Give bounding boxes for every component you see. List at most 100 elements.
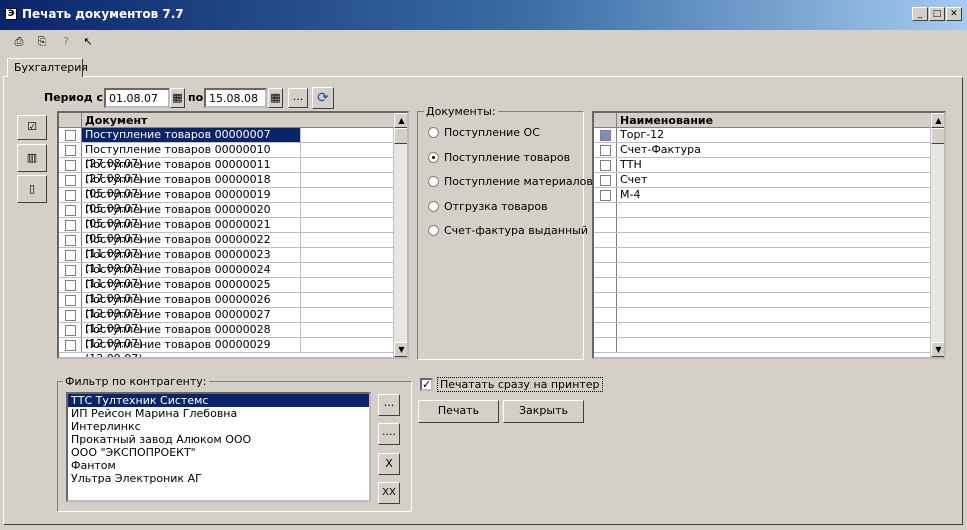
doc-type-option-label[interactable]: Поступление товаров — [444, 151, 570, 164]
list-item[interactable]: Фантом — [68, 459, 369, 472]
help-icon[interactable]: ? — [57, 33, 75, 51]
document-cell[interactable]: Поступление товаров 00000023 (11.09.07) — [82, 248, 301, 275]
date-from-input[interactable]: 01.08.07 — [104, 88, 170, 108]
document-cell[interactable]: Поступление товаров 00000021 (05.09.07) — [82, 218, 301, 245]
row-checkbox[interactable] — [600, 190, 611, 201]
document-cell[interactable]: Поступление товаров 00000010 (27.08.07) — [82, 143, 301, 170]
table-row[interactable]: Поступление товаров 00000011 (27.08.07) — [59, 158, 393, 185]
calendar-to-icon[interactable]: ▦ — [268, 88, 283, 108]
row-checkbox[interactable] — [65, 250, 76, 261]
table-row[interactable]: ТТН — [594, 158, 930, 173]
table-row[interactable]: Поступление товаров 00000027 (12.09.07) — [59, 308, 393, 335]
filter-remove-button[interactable]: X — [378, 453, 400, 475]
document-cell[interactable]: Поступление товаров 00000020 (05.09.07) — [82, 203, 301, 230]
table-row[interactable]: Поступление товаров 00000024 (11.09.07) — [59, 263, 393, 290]
row-checkbox[interactable] — [600, 175, 611, 186]
tab-accounting[interactable]: Бухгалтерия — [7, 58, 88, 77]
row-checkbox[interactable] — [65, 205, 76, 216]
scroll-thumb[interactable] — [931, 128, 944, 144]
scroll-up-icon[interactable]: ▲ — [394, 113, 407, 128]
close-icon[interactable]: ✕ — [946, 7, 962, 21]
forms-scrollbar[interactable]: ▲ ▼ — [930, 113, 944, 357]
table-row[interactable]: Поступление товаров 00000028 (12.09.07) — [59, 323, 393, 350]
table-row[interactable] — [594, 293, 930, 308]
list-item[interactable]: ИП Рейсон Марина Глебовна — [68, 407, 369, 420]
row-checkbox[interactable] — [65, 160, 76, 171]
table-row[interactable] — [594, 203, 930, 218]
document-cell[interactable]: Поступление товаров 00000022 (11.09.07) — [82, 233, 301, 260]
print-setup-icon[interactable]: ⎙ — [10, 33, 28, 51]
forms-grid[interactable]: Наименование Торг-12 Счет-Фактура ТТН Счет М… — [592, 111, 946, 359]
list-item[interactable]: ООО "ЭКСПОПРОЕКТ" — [68, 446, 369, 459]
list-item[interactable]: ТТС Тултехник Системс — [68, 394, 369, 407]
filter-select-group-button[interactable]: .... — [378, 423, 400, 445]
document-cell[interactable]: Поступление товаров 00000026 (12.09.07) — [82, 293, 301, 320]
doc-type-option-label[interactable]: Отгрузка товаров — [444, 200, 548, 213]
table-row[interactable]: Поступление товаров 00000022 (11.09.07) — [59, 233, 393, 260]
form-name-cell[interactable]: ТТН — [620, 158, 642, 172]
filter-clear-button[interactable]: XX — [378, 482, 400, 504]
form-name-cell[interactable]: Счет-Фактура — [620, 143, 701, 157]
context-help-icon[interactable]: ↖ — [79, 33, 97, 51]
refresh-icon[interactable]: ⟳ — [312, 87, 334, 109]
row-checkbox[interactable] — [600, 130, 611, 141]
list-item[interactable]: Интерлинкс — [68, 420, 369, 433]
table-row[interactable]: Поступление товаров 00000018 (05.09.07) — [59, 173, 393, 200]
print-direct-checkbox[interactable]: ✓ — [420, 378, 433, 391]
table-row[interactable] — [594, 308, 930, 323]
row-checkbox[interactable] — [65, 295, 76, 306]
documents-scrollbar[interactable]: ▲ ▼ — [393, 113, 407, 357]
row-checkbox[interactable] — [65, 145, 76, 156]
table-row[interactable]: Поступление товаров 00000023 (11.09.07) — [59, 248, 393, 275]
table-row[interactable]: Поступление товаров 00000020 (05.09.07) — [59, 203, 393, 230]
deselect-all-icon[interactable]: ▯ — [17, 175, 47, 203]
print-direct-label[interactable]: Печатать сразу на принтер — [437, 377, 603, 392]
row-checkbox[interactable] — [65, 190, 76, 201]
row-checkbox[interactable] — [65, 280, 76, 291]
row-checkbox[interactable] — [65, 265, 76, 276]
filter-select-button[interactable]: ... — [378, 394, 400, 416]
row-checkbox[interactable] — [600, 145, 611, 156]
table-row[interactable]: Поступление товаров 00000007 (16.08.07) — [59, 128, 393, 155]
scroll-thumb[interactable] — [394, 128, 407, 144]
document-cell[interactable]: Поступление товаров 00000028 (12.09.07) — [82, 323, 301, 350]
print-preview-icon[interactable]: ⎘ — [33, 33, 51, 51]
minimize-icon[interactable]: _ — [912, 7, 928, 21]
table-row[interactable]: Поступление товаров 00000021 (05.09.07) — [59, 218, 393, 245]
document-cell[interactable]: Поступление товаров 00000024 (11.09.07) — [82, 263, 301, 290]
row-checkbox[interactable] — [65, 235, 76, 246]
row-checkbox[interactable] — [65, 340, 76, 351]
row-checkbox[interactable] — [65, 220, 76, 231]
form-name-cell[interactable]: М-4 — [620, 188, 640, 202]
doc-type-radio[interactable] — [428, 225, 439, 236]
form-name-cell[interactable]: Счет — [620, 173, 647, 187]
scroll-down-icon[interactable]: ▼ — [931, 342, 944, 357]
row-checkbox[interactable] — [65, 325, 76, 336]
doc-type-option-label[interactable]: Поступление материалов — [444, 175, 593, 188]
doc-type-radio[interactable] — [428, 127, 439, 138]
scroll-down-icon[interactable]: ▼ — [394, 342, 407, 357]
select-all-icon[interactable]: ☑ — [17, 115, 47, 140]
document-cell[interactable]: Поступление товаров 00000027 (12.09.07) — [82, 308, 301, 335]
form-name-cell[interactable]: Торг-12 — [620, 128, 664, 142]
row-checkbox[interactable] — [65, 130, 76, 141]
table-row[interactable]: Поступление товаров 00000019 (05.09.07) — [59, 188, 393, 215]
period-more-button[interactable]: ... — [288, 88, 308, 108]
documents-grid[interactable]: Документ Поступление товаров 00000007 (1… — [57, 111, 409, 359]
document-cell[interactable]: Поступление товаров 00000029 (12.09.07) — [82, 338, 301, 357]
row-checkbox[interactable] — [65, 175, 76, 186]
select-pages-icon[interactable]: ▥ — [17, 144, 47, 172]
table-row[interactable] — [594, 323, 930, 338]
table-row[interactable] — [594, 338, 930, 353]
table-row[interactable]: Счет-Фактура — [594, 143, 930, 158]
print-button[interactable]: Печать — [418, 400, 499, 423]
document-cell[interactable]: Поступление товаров 00000011 (27.08.07) — [82, 158, 301, 185]
table-row[interactable] — [594, 248, 930, 263]
table-row[interactable]: Поступление товаров 00000025 (12.09.07) — [59, 278, 393, 305]
doc-type-option-label[interactable]: Поступление ОС — [444, 126, 540, 139]
document-cell[interactable]: Поступление товаров 00000007 (16.08.07) — [82, 128, 301, 155]
doc-type-radio[interactable] — [428, 200, 439, 212]
doc-type-radio[interactable] — [428, 151, 439, 163]
table-row[interactable]: Поступление товаров 00000010 (27.08.07) — [59, 143, 393, 170]
table-row[interactable]: Поступление товаров 00000026 (12.09.07) — [59, 293, 393, 320]
